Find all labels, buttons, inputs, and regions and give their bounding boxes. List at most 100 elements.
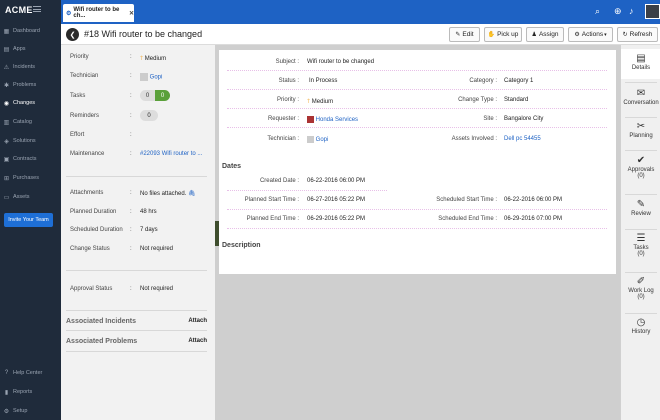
paperclip-icon[interactable]: 🖇 — [188, 191, 196, 197]
nav-item-solutions[interactable]: ◈ Solutions — [0, 134, 61, 148]
requester-label: Requester : — [267, 116, 299, 122]
scheduled-start-label: Scheduled Start Time : — [436, 197, 497, 203]
details-icon: ▤ — [636, 53, 646, 64]
nav-item-purchases[interactable]: ⊞ Purchases — [0, 171, 61, 185]
search-icon[interactable]: ⌕ — [595, 6, 600, 17]
sidebar-tab-history[interactable]: ◷ History — [621, 317, 660, 343]
priority-value[interactable]: 🡑 Medium — [140, 54, 166, 64]
tasks-counter[interactable]: 00 — [140, 90, 170, 101]
sidebar-tab-planning[interactable]: ✂ Planning — [621, 121, 660, 147]
assign-button[interactable]: ♟ Assign — [526, 27, 564, 42]
nav-item-dashboard[interactable]: ▦ Dashboard — [0, 24, 61, 38]
back-button[interactable]: ❮ — [66, 28, 79, 41]
sidebar-tab-review[interactable]: ✎ Review — [621, 199, 660, 225]
gear-icon: ⚙ — [574, 32, 580, 38]
separator: : — [130, 246, 132, 252]
dashboard-icon: ▦ — [3, 28, 10, 35]
nav-item-changes[interactable]: ◉ Changes — [0, 96, 61, 110]
change-status-value: Not required — [140, 246, 174, 252]
reminders-label: Reminders — [70, 112, 100, 119]
review-icon: ✎ — [636, 199, 646, 210]
tasks-done-count: 0 — [155, 90, 170, 101]
priority-label: Priority — [70, 54, 89, 60]
attachments-text: No files attached. — [140, 191, 187, 197]
planned-duration-row: Planned Duration: 48 hrs — [70, 209, 157, 215]
tasks-row: Tasks: 00 — [70, 90, 170, 101]
bell-icon[interactable]: ♪ — [629, 6, 634, 16]
tasks-label: Tasks — [70, 92, 86, 99]
assets-link[interactable]: Dell pc 54455 — [504, 136, 541, 142]
setup-icon: ⚙ — [3, 408, 10, 415]
maintenance-row: Maintenance: #22093 Wifi router to ... — [70, 151, 202, 157]
category-label: Category : — [469, 78, 497, 84]
add-icon[interactable]: ⊕ — [614, 6, 622, 17]
attach-problems-button[interactable]: Attach — [188, 338, 207, 345]
user-avatar[interactable] — [645, 4, 660, 19]
tab-label: Conversation — [623, 100, 659, 106]
site-label: Site : — [483, 116, 497, 122]
nav-label: Problems — [13, 82, 37, 88]
nav-item-setup[interactable]: ⚙ Setup — [0, 404, 61, 418]
assign-label: Assign — [538, 31, 559, 38]
sidebar-tab-worklog[interactable]: ✐ Work Log (0) — [621, 276, 660, 312]
actions-button[interactable]: ⚙ Actions ▾ — [568, 27, 613, 42]
catalog-icon: ▥ — [3, 119, 10, 126]
planned-end-value: 06-29-2016 05:22 PM — [307, 216, 366, 222]
tab-label: Planning — [629, 133, 653, 139]
technician-value[interactable]: Gopi — [307, 136, 328, 143]
requester-value[interactable]: Honda Services — [307, 116, 358, 123]
nav-item-assets[interactable]: ▭ Assets — [0, 190, 61, 204]
sidebar-tab-details[interactable]: ▤ Details — [621, 49, 660, 79]
separator: : — [130, 132, 132, 138]
close-tab-icon[interactable]: ✕ — [129, 10, 134, 17]
subject-label: Subject : — [275, 59, 299, 65]
technician-value[interactable]: Gopi — [140, 73, 162, 81]
sidebar-tab-conversation[interactable]: ✉ Conversation — [621, 88, 660, 114]
separator: : — [130, 73, 132, 79]
planned-end-label: Planned End Time : — [246, 216, 299, 222]
technician-text: Gopi — [315, 137, 329, 144]
technician-avatar-icon — [307, 136, 314, 143]
effort-row: Effort: — [70, 132, 140, 138]
nav-item-contracts[interactable]: ▣ Contracts — [0, 152, 61, 166]
pickup-icon: ✋ — [487, 32, 496, 38]
invite-team-button[interactable]: Invite Your Team — [4, 213, 53, 227]
separator: : — [130, 190, 132, 196]
sidebar-tab-approvals[interactable]: ✔ Approvals (0) — [621, 155, 660, 191]
change-type-label: Change Type : — [458, 97, 497, 103]
nav-item-incidents[interactable]: ⚠ Incidents — [0, 60, 61, 74]
tab-change-request[interactable]: ⚙ Wifi router to be ch... ✕ — [63, 4, 134, 22]
pickup-button[interactable]: ✋ Pick up — [484, 27, 522, 42]
nav-label: Catalog — [13, 119, 32, 125]
actions-label: Actions — [581, 31, 604, 38]
right-sidebar: ▤ Details ✉ Conversation ✂ Planning ✔ Approv… — [620, 45, 660, 420]
page-title: #18 Wifi router to be changed — [84, 29, 203, 39]
edit-button[interactable]: ✎ Edit — [449, 27, 480, 42]
category-value: Category 1 — [504, 78, 534, 84]
menu-icon[interactable] — [33, 6, 41, 12]
nav-item-problems[interactable]: ✱ Problems — [0, 78, 61, 92]
approval-status-value: Not required — [140, 286, 174, 292]
status-value: In Process — [309, 78, 338, 84]
scheduled-end-value: 06-29-2016 07:00 PM — [504, 216, 563, 222]
nav-label: Reports — [13, 389, 33, 395]
attach-incidents-button[interactable]: Attach — [188, 318, 207, 325]
status-label: Status : — [278, 78, 299, 84]
divider — [625, 194, 657, 195]
user-icon: ♟ — [531, 32, 537, 38]
nav-item-reports[interactable]: ▮ Reports — [0, 385, 61, 399]
app-logo[interactable]: ACME — [5, 5, 33, 15]
maintenance-link[interactable]: #22093 Wifi router to ... — [140, 151, 202, 157]
sidebar-tab-tasks[interactable]: ☰ Tasks (0) — [621, 233, 660, 269]
tasks-open-count: 0 — [140, 90, 155, 101]
conversation-icon: ✉ — [636, 88, 646, 99]
worklog-icon: ✐ — [636, 276, 646, 287]
nav-item-help-center[interactable]: ? Help Center — [0, 366, 61, 380]
refresh-icon: ↻ — [622, 32, 628, 38]
reminders-count[interactable]: 0 — [140, 110, 158, 121]
nav-item-apps[interactable]: ▤ Apps — [0, 42, 61, 56]
nav-item-catalog[interactable]: ▥ Catalog — [0, 115, 61, 129]
refresh-button[interactable]: ↻ Refresh — [617, 27, 658, 42]
attachments-label: Attachments — [70, 190, 104, 196]
technician-text: Gopi — [149, 74, 163, 81]
